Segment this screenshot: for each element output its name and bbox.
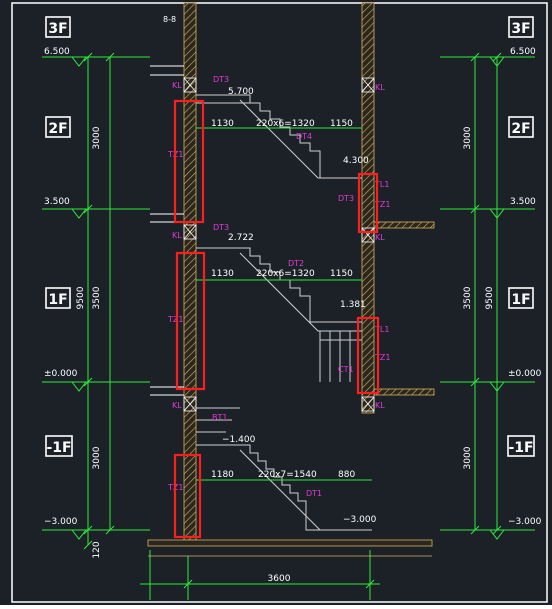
dimension-label: 3500 [92, 286, 102, 309]
floor-tag-text: -1F [508, 440, 533, 456]
member-label: BT1 [212, 413, 227, 422]
dimension-label: 3500 [463, 286, 473, 309]
run-dimension-label: 1180 [211, 470, 234, 480]
run-dimension-label: 880 [338, 470, 355, 480]
run-dimension-label: 1130 [211, 269, 234, 279]
landing-elevation: −3.000 [343, 515, 377, 525]
elevation-label: −3.000 [44, 517, 78, 527]
landing-elevation: 4.300 [343, 156, 369, 166]
dimension-label: 3600 [268, 574, 291, 584]
member-label: DT3 [338, 194, 354, 203]
drawing-canvas: 3F 3F 2F 2F 1F 1F -1F -1F 6.500 3.500 ±0… [0, 0, 552, 605]
member-label: TL1 [374, 325, 389, 334]
floor-tag-text: 2F [511, 121, 530, 137]
floor-tag-text: 1F [511, 292, 530, 308]
elevation-label: 3.500 [510, 197, 536, 207]
floor-tag-text: 3F [511, 21, 530, 37]
run-dimension-label: 220x7=1540 [258, 470, 317, 480]
member-label: DT2 [288, 259, 304, 268]
elevation-label: ±0.000 [508, 369, 542, 379]
landing-elevation: 5.700 [228, 87, 254, 97]
member-label: CT1 [338, 365, 354, 374]
member-label: DT4 [296, 132, 312, 141]
dimension-label: 3000 [92, 446, 102, 469]
run-dimension-label: 1130 [211, 119, 234, 129]
member-label: KL [375, 401, 385, 410]
stair-top-note: 8-8 [163, 15, 176, 24]
floor-tag-text: 3F [48, 21, 67, 37]
floor-tag-text: 1F [48, 292, 67, 308]
member-label: KL [375, 83, 385, 92]
dimension-label: 9500 [76, 286, 86, 309]
member-label: KL [172, 401, 182, 410]
dimension-label: 9500 [485, 286, 495, 309]
dimension-label: 120 [92, 541, 102, 558]
member-label: TZ1 [167, 315, 183, 324]
member-label: DT1 [306, 489, 322, 498]
floor-tag-text: 2F [48, 121, 67, 137]
run-dimension-label: 1150 [330, 119, 353, 129]
landing-elevation: 1.381 [340, 300, 366, 310]
dimension-label: 3000 [92, 126, 102, 149]
stair-section-drawing: 3F 3F 2F 2F 1F 1F -1F -1F 6.500 3.500 ±0… [0, 0, 552, 605]
member-label: TZ1 [374, 353, 390, 362]
floor-tag-text: -1F [46, 440, 71, 456]
run-dimension-label: 220x6=1320 [256, 269, 315, 279]
run-dimension-label: 220x6=1320 [256, 119, 315, 129]
elevation-label: −3.000 [508, 517, 542, 527]
member-label: KL [375, 233, 385, 242]
elevation-label: ±0.000 [44, 369, 78, 379]
landing-elevation: −1.400 [222, 435, 256, 445]
landing-elevation: 2.722 [228, 233, 254, 243]
elevation-label: 6.500 [510, 47, 536, 57]
member-label: KL [172, 81, 182, 90]
member-label: DT3 [213, 223, 229, 232]
member-label: KL [172, 231, 182, 240]
elevation-label: 6.500 [44, 47, 70, 57]
dimension-label: 3000 [463, 126, 473, 149]
run-dimension-label: 1150 [330, 269, 353, 279]
elevation-label: 3.500 [44, 197, 70, 207]
dimension-label: 3000 [463, 446, 473, 469]
member-label: DT3 [213, 75, 229, 84]
